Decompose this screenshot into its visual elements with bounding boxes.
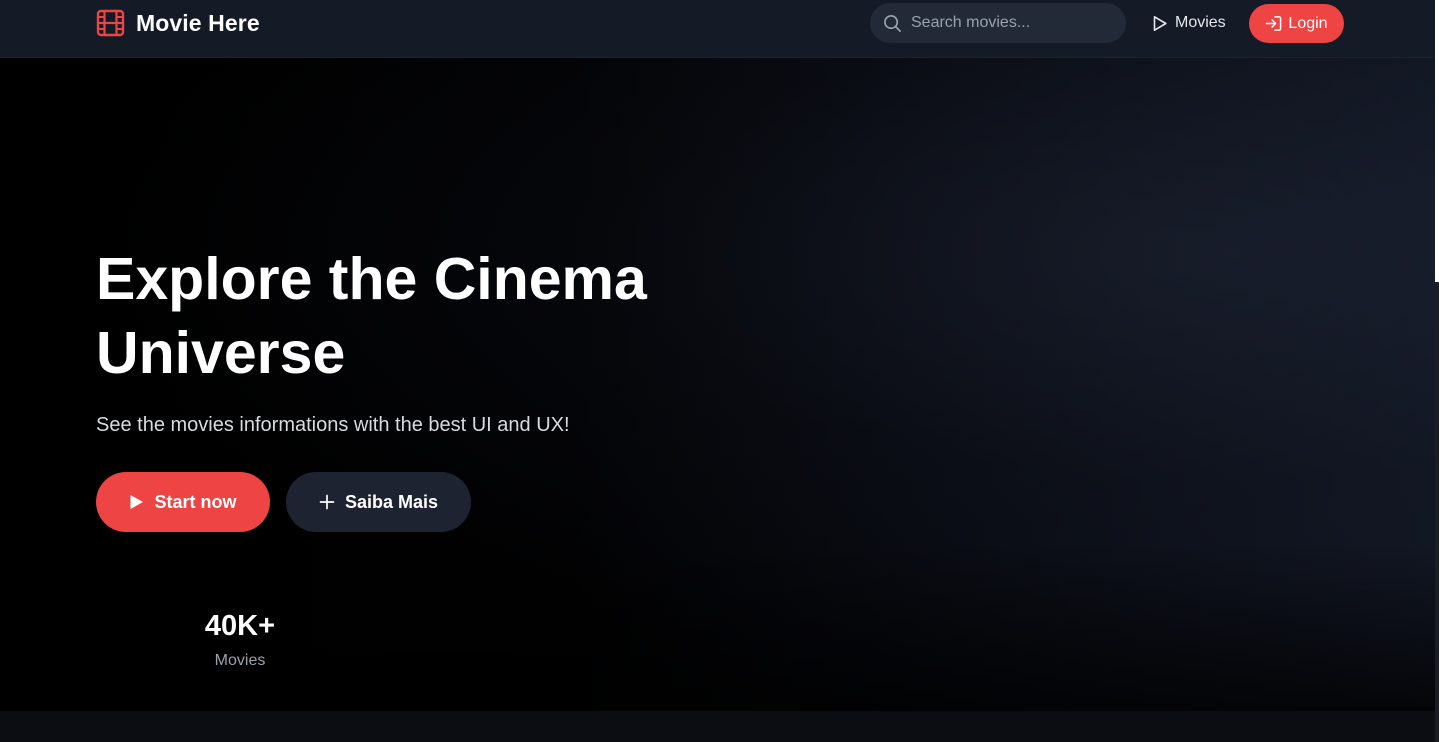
top-navbar: Movie Here Movies Login [0,0,1435,58]
saiba-mais-button[interactable]: Saiba Mais [286,472,471,532]
stat-movies: 40K+ Movies [190,610,290,670]
play-icon [130,495,144,509]
hero-title: Explore the Cinema Universe [96,246,647,386]
plus-icon [319,494,335,510]
start-now-button[interactable]: Start now [96,472,270,532]
play-outline-icon [1153,15,1167,31]
hero-section: Explore the Cinema Universe See the movi… [0,58,1435,711]
start-now-label: Start now [154,491,237,512]
login-label: Login [1288,14,1328,32]
search-icon [884,14,901,32]
login-arrow-icon [1266,16,1282,31]
stat-value: 40K+ [204,610,276,642]
stat-label: Movies [214,652,266,669]
search-input[interactable] [911,14,1111,32]
scrollbar-thumb[interactable] [1435,0,1439,282]
brand-name: Movie Here [136,9,260,36]
page: Movie Here Movies Login Explore the [0,0,1439,742]
brand-logo-link[interactable]: Movie Here [96,9,260,37]
film-icon [96,9,125,37]
nav-movies-label: Movies [1175,14,1226,31]
page-scrollbar[interactable] [1435,0,1439,742]
search-box[interactable] [870,3,1126,43]
login-button[interactable]: Login [1249,4,1344,43]
saiba-mais-label: Saiba Mais [344,491,439,512]
next-section-edge [0,711,1435,742]
nav-link-movies[interactable]: Movies [1152,12,1226,34]
hero-subtitle: See the movies informations with the bes… [96,414,570,436]
